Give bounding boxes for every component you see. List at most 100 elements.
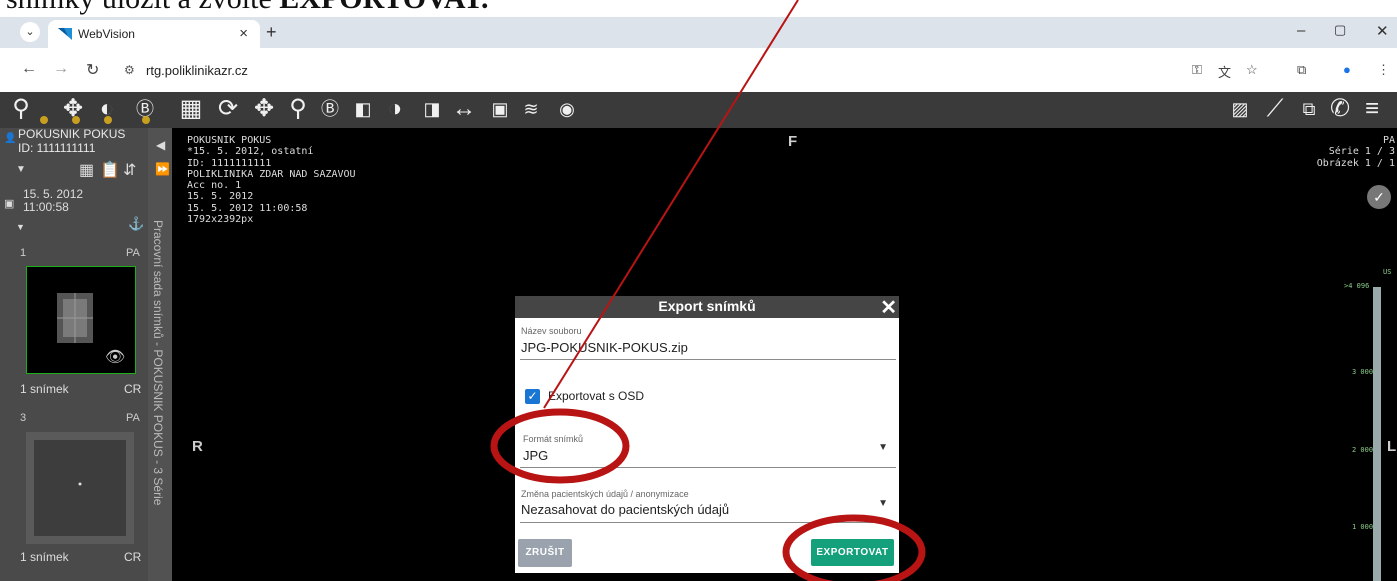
- webvision-favicon-icon: [58, 28, 72, 40]
- study-datetime: 15. 5. 2012 11:00:58: [23, 187, 84, 214]
- patient-name: POKUSNIK POKUS: [18, 127, 126, 141]
- series-thumbnail[interactable]: 👁: [26, 266, 136, 374]
- dialog-header: Export snímků ✕: [515, 295, 899, 320]
- tab-close-icon[interactable]: ×: [239, 25, 248, 42]
- chevron-down-icon[interactable]: ▼: [878, 442, 888, 453]
- ruler-icon[interactable]: ⟋: [1261, 95, 1289, 123]
- filename-label: Název souboru: [521, 326, 582, 336]
- orientation-left: R: [192, 438, 203, 455]
- zoom-icon[interactable]: ⚲: [7, 95, 35, 123]
- series-modality: CR: [124, 382, 142, 396]
- scale-label: >4 096: [1344, 282, 1370, 290]
- layers-icon[interactable]: ≋: [517, 95, 545, 123]
- tool-indicator-dot: [40, 116, 48, 124]
- orientation-top: F: [788, 133, 798, 150]
- anchor-icon[interactable]: ⚓: [128, 216, 144, 232]
- field-underline: [520, 359, 896, 360]
- extensions-puzzle-icon[interactable]: ⧉: [1297, 62, 1306, 78]
- site-info-icon[interactable]: ⚙: [124, 63, 135, 77]
- brightness-icon-2[interactable]: Ⓑ: [316, 95, 344, 123]
- back-button[interactable]: ←: [21, 60, 37, 78]
- dicom-overlay-left: POKUSNIK POKUS *15. 5. 2012, ostatní ID:…: [187, 135, 356, 226]
- tool-indicator-dot: [72, 116, 80, 124]
- series-number: 1: [20, 247, 27, 259]
- field-underline: [520, 467, 896, 468]
- new-tab-button[interactable]: +: [266, 22, 277, 43]
- stack-icon[interactable]: ▣: [486, 95, 514, 123]
- expand-down-icon-2[interactable]: ▼: [16, 222, 25, 232]
- osd-toggle-icon[interactable]: ◉: [553, 95, 581, 123]
- grayscale-bar: [1373, 287, 1381, 581]
- close-window-button[interactable]: ✕: [1376, 22, 1389, 40]
- clipboard-icon[interactable]: 📋: [100, 160, 120, 180]
- contrast-icon[interactable]: ◑: [381, 95, 409, 123]
- export-button[interactable]: EXPORTOVAT: [811, 539, 894, 566]
- dicom-overlay-right: PA Série 1 / 3 Obrázek 1 / 1: [1316, 135, 1395, 169]
- maximize-button[interactable]: ▢: [1334, 22, 1346, 38]
- hamburger-menu-icon[interactable]: ≡: [1358, 95, 1386, 123]
- password-key-icon[interactable]: ⚿: [1192, 62, 1202, 78]
- calendar-icon: ▣: [4, 198, 15, 210]
- tool-indicator-dot: [142, 116, 150, 124]
- pan-icon-2[interactable]: ✥: [250, 95, 278, 123]
- reload-button[interactable]: ↻: [86, 60, 99, 80]
- export-dialog: Export snímků ✕ Název souboru JPG-POKUSN…: [515, 296, 899, 573]
- sync-icon[interactable]: ⟳: [214, 95, 242, 123]
- patient-id: ID: 1111111111: [18, 141, 96, 155]
- address-bar[interactable]: [112, 56, 1282, 86]
- osd-label: Exportovat s OSD: [548, 389, 645, 403]
- patient-icon: 👤: [4, 133, 17, 144]
- close-icon[interactable]: ✕: [880, 295, 897, 320]
- series-number: 3: [20, 412, 27, 424]
- minimize-button[interactable]: –: [1297, 22, 1305, 39]
- translate-icon[interactable]: 文: [1218, 62, 1231, 81]
- expand-right-icon[interactable]: ⏩: [155, 162, 170, 176]
- url-text[interactable]: rtg.poliklinikazr.cz: [146, 63, 248, 78]
- scale-label: 2 000: [1352, 446, 1374, 454]
- viewer-toolbar: [0, 92, 1397, 128]
- bookmark-star-icon[interactable]: ☆: [1246, 62, 1258, 78]
- zoom-icon-2[interactable]: ⚲: [284, 95, 312, 123]
- image-icon[interactable]: ▨: [1226, 95, 1254, 123]
- anonymization-select[interactable]: Nezasahovat do pacientských údajů: [521, 502, 729, 517]
- collapse-left-icon[interactable]: ◀: [156, 138, 165, 152]
- series-view: PA: [126, 247, 140, 259]
- format-label: Formát snímků: [523, 434, 584, 444]
- dialog-title: Export snímků: [658, 298, 756, 314]
- worklist-vertical-label: Pracovní sada snímků - POKUSNIK POKUS - …: [151, 220, 165, 506]
- tool-indicator-dot: [104, 116, 112, 124]
- sort-icon[interactable]: ⇵: [123, 160, 136, 180]
- series-count: 1 snímek: [20, 550, 69, 564]
- browser-menu-icon[interactable]: ⋮: [1377, 62, 1390, 78]
- forward-button[interactable]: →: [53, 60, 69, 78]
- phone-icon[interactable]: ✆: [1326, 95, 1354, 123]
- format-select[interactable]: JPG: [523, 448, 548, 463]
- scale-label: US: [1383, 268, 1392, 276]
- series-modality: CR: [124, 550, 142, 564]
- series-view: PA: [126, 412, 140, 424]
- tab-search-button[interactable]: ⌄: [20, 22, 40, 42]
- layout-grid-icon[interactable]: ▦: [177, 95, 205, 123]
- grid-view-icon[interactable]: ▦: [79, 160, 94, 180]
- scale-label: 1 000: [1352, 523, 1374, 531]
- orientation-right: L: [1387, 438, 1397, 455]
- anonymization-label: Změna pacientských údajů / anonymizace: [521, 489, 689, 499]
- browser-tab[interactable]: WebVision ×: [48, 20, 260, 48]
- cancel-button[interactable]: ZRUŠIT: [518, 539, 572, 567]
- profile-avatar-icon[interactable]: ●: [1343, 62, 1351, 77]
- eye-icon[interactable]: 👁: [105, 347, 125, 367]
- copy-icon[interactable]: ⧉: [1295, 95, 1323, 123]
- chevron-down-icon[interactable]: ▼: [878, 498, 888, 509]
- scale-label: 3 000: [1352, 368, 1374, 376]
- invert-icon[interactable]: ◧: [349, 95, 377, 123]
- window-icon[interactable]: ◨: [418, 95, 446, 123]
- filename-field[interactable]: JPG-POKUSNIK-POKUS.zip: [521, 340, 688, 355]
- series-thumbnail[interactable]: [26, 432, 134, 544]
- xray-thumbnail-image: [34, 440, 126, 536]
- series-count: 1 snímek: [20, 382, 69, 396]
- expand-down-icon[interactable]: ▼: [16, 164, 26, 175]
- measure-line-icon[interactable]: ↔: [450, 95, 478, 123]
- check-status-icon[interactable]: ✓: [1367, 185, 1391, 209]
- osd-checkbox[interactable]: ✓: [525, 389, 540, 404]
- tab-title: WebVision: [78, 27, 135, 41]
